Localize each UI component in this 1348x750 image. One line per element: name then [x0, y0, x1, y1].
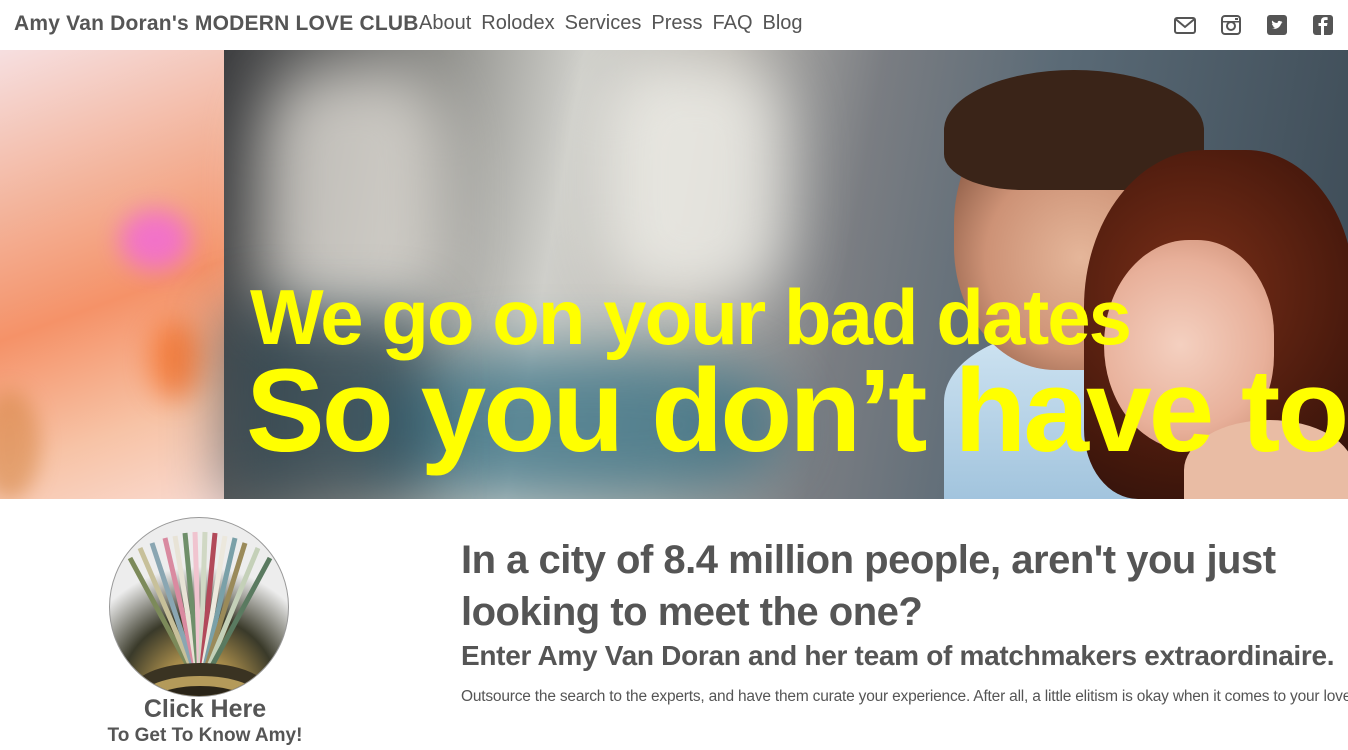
nav-faq[interactable]: FAQ — [712, 12, 752, 35]
intro-subheadline: Enter Amy Van Doran and her team of matc… — [461, 640, 1335, 671]
hero-side-image — [0, 50, 224, 499]
nav-blog[interactable]: Blog — [763, 12, 803, 35]
intro-headline: In a city of 8.4 million people, aren't … — [461, 538, 1276, 634]
nav-about[interactable]: About — [419, 12, 471, 35]
amy-profile-image[interactable] — [109, 517, 289, 697]
nav-rolodex[interactable]: Rolodex — [481, 12, 554, 35]
main-nav: About Rolodex Services Press FAQ Blog — [419, 12, 803, 35]
facebook-icon[interactable] — [1312, 14, 1334, 36]
instagram-icon[interactable] — [1220, 14, 1242, 36]
nav-services[interactable]: Services — [565, 12, 642, 35]
click-here-link[interactable]: Click Here — [109, 695, 301, 724]
hero-tagline-line2: So you don’t have to. — [246, 345, 1348, 477]
get-to-know-amy-link[interactable]: To Get To Know Amy! — [104, 725, 306, 747]
site-header: Amy Van Doran's MODERN LOVE CLUB About R… — [0, 0, 1348, 50]
site-brand[interactable]: Amy Van Doran's MODERN LOVE CLUB — [14, 12, 419, 36]
intro-body: Outsource the search to the experts, and… — [461, 688, 1348, 705]
nav-press[interactable]: Press — [651, 12, 702, 35]
social-links — [1174, 14, 1334, 36]
mail-icon[interactable] — [1174, 14, 1196, 36]
twitter-icon[interactable] — [1266, 14, 1288, 36]
hero-banner: We go on your bad dates So you don’t hav… — [0, 50, 1348, 499]
